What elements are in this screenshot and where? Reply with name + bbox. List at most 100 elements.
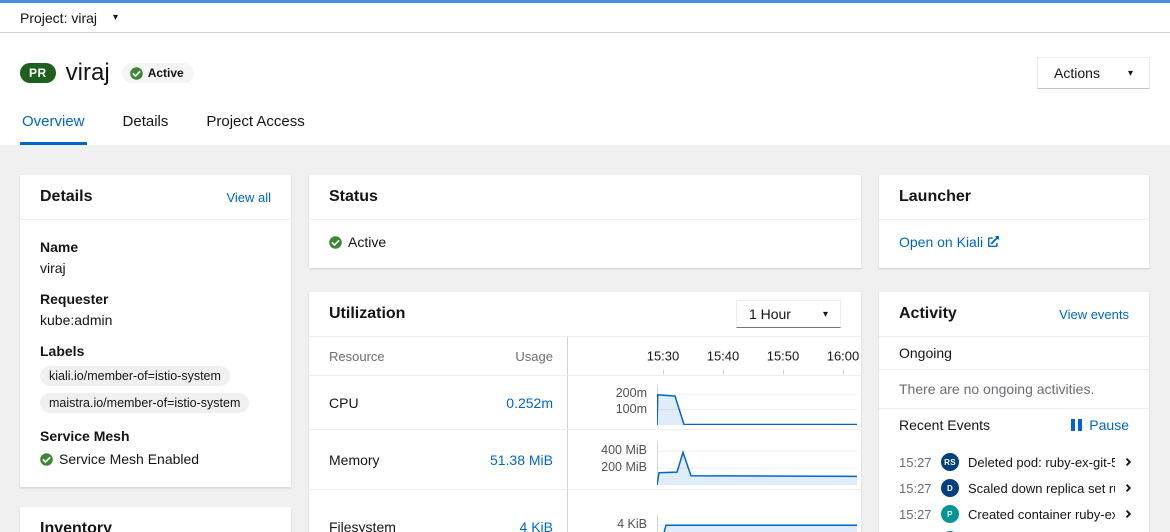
utilization-row-left: Memory 51.38 MiB [309,430,568,489]
inventory-card: Inventory 1 Deployment [20,507,291,532]
field-label-name: Name [40,239,79,255]
utilization-card-header: Utilization 1 Hour ▾ [309,292,861,337]
time-axis: 15:30 15:40 15:50 16:00 [568,337,861,375]
status-card-title: Status [329,188,378,205]
label-chip: maistra.io/member-of=istio-system [40,393,250,413]
status-card-header: Status [309,175,861,220]
event-row[interactable]: 15:27 RS Deleted pod: ruby-ex-git-5bb... [879,449,1149,475]
ongoing-section-header: Ongoing [879,337,1149,370]
project-resource-badge: PR [20,63,56,83]
page-title: viraj [65,59,110,86]
status-card: Status Active [309,175,861,268]
resource-name: Memory [329,451,380,468]
time-axis-tick: 15:30 [641,349,685,375]
utilization-row-left: CPU 0.252m [309,376,568,429]
project-status-label: Active [348,234,387,250]
external-link-icon [988,236,999,247]
label-chip: kiali.io/member-of=istio-system [40,366,230,386]
field-label-service-mesh: Service Mesh [40,428,130,444]
sparkline-plot [657,515,857,532]
left-column: Details View all Name viraj Requester ku… [20,175,291,532]
sparkline-y-label: 100m [615,401,647,416]
middle-column: Status Active Utilization 1 Hour ▾ Resou… [309,175,861,532]
utilization-rows: CPU 0.252m 200m 100m Memory 51.38 MiB 40… [309,375,861,532]
sparkline-y-labels: 4 KiB2 KiB [573,515,657,532]
view-all-link[interactable]: View all [226,190,271,205]
time-axis-tick: 16:00 [821,349,865,375]
project-switcher[interactable]: Project: viraj ▾ [0,3,1170,33]
open-on-kiali-label: Open on Kiali [899,234,984,250]
activity-card-title: Activity [899,305,957,322]
utilization-row: CPU 0.252m 200m 100m [309,375,861,429]
recent-events-label: Recent Events [899,417,991,433]
event-message: Deleted pod: ruby-ex-git-5bb... [968,454,1115,470]
event-row[interactable]: 15:27 P Started container ruby-ex-git [879,527,1149,532]
field-value-name: viraj [40,260,66,276]
title-row: PR viraj Active Actions ▾ [20,57,1150,89]
field-value-requester: kube:admin [40,312,113,328]
resource-kind-badge: P [941,505,959,523]
activity-card: Activity View events Ongoing There are n… [879,292,1149,532]
labels-group: kiali.io/member-of=istio-system maistra.i… [40,359,271,413]
duration-select-value: 1 Hour [748,306,791,322]
tab-details[interactable]: Details [121,109,171,145]
resource-name: CPU [329,394,359,411]
sparkline-chart: 4 KiB2 KiB [568,490,861,532]
activity-card-header: Activity View events [879,292,1149,337]
check-circle-icon [130,67,143,80]
tab-project-access[interactable]: Project Access [204,109,306,145]
launcher-card: Launcher Open on Kiali [879,175,1149,268]
resource-kind-badge: RS [941,453,959,471]
sparkline-y-labels: 400 MiB 200 MiB [573,441,657,485]
chevron-down-icon: ▾ [822,308,828,320]
utilization-columns: Resource Usage [309,337,568,375]
actions-button-label: Actions [1054,65,1100,81]
utilization-row-left: Filesystem 4 KiB [309,490,568,532]
sparkline-y-label: 200m [615,386,647,401]
usage-value-link[interactable]: 51.38 MiB [490,452,553,468]
recent-events-header: Recent Events Pause [879,409,1149,441]
chevron-right-icon [1124,508,1133,520]
time-axis-tick: 15:50 [761,349,805,375]
events-list: 15:27 RS Deleted pod: ruby-ex-git-5bb...… [879,441,1149,532]
actions-button[interactable]: Actions ▾ [1037,57,1150,89]
launcher-card-title: Launcher [899,188,972,205]
usage-value-link[interactable]: 4 KiB [520,519,553,532]
details-card-body: Name viraj Requester kube:admin Labels k… [20,220,291,487]
resource-kind-badge: D [941,479,959,497]
usage-value-link[interactable]: 0.252m [506,395,553,411]
field-label-requester: Requester [40,291,109,307]
status-badge: Active [121,63,194,83]
dashboard-grid: Details View all Name viraj Requester ku… [0,145,1170,532]
view-events-link[interactable]: View events [1059,307,1129,322]
inventory-card-header: Inventory [20,507,291,532]
status-badge-label: Active [147,66,184,80]
resource-name: Filesystem [329,518,396,532]
sparkline-chart: 200m 100m [568,376,861,429]
column-resource: Resource [329,348,385,364]
details-card: Details View all Name viraj Requester ku… [20,175,291,487]
pause-button[interactable]: Pause [1071,417,1129,433]
tab-overview[interactable]: Overview [20,109,87,145]
status-card-body: Active [309,220,861,268]
time-axis-tick: 15:40 [701,349,745,375]
column-usage: Usage [515,348,553,364]
open-on-kiali-link[interactable]: Open on Kiali [899,234,999,250]
service-mesh-status: Service Mesh Enabled [40,451,271,467]
sparkline-y-label: 4 KiB [617,517,647,532]
sparkline-y-labels: 200m 100m [573,385,657,425]
event-row[interactable]: 15:27 P Created container ruby-ex-git [879,501,1149,527]
chevron-right-icon [1124,482,1133,494]
service-mesh-status-label: Service Mesh Enabled [59,451,200,467]
event-time: 15:27 [899,506,932,522]
chevron-down-icon: ▾ [1127,67,1133,79]
chevron-down-icon: ▾ [113,12,119,23]
ongoing-empty-state: There are no ongoing activities. [879,370,1149,409]
sparkline-y-label: 200 MiB [601,460,647,475]
field-label-labels: Labels [40,343,85,359]
event-message: Scaled down replica set ruby-ex... [968,480,1115,496]
utilization-row: Filesystem 4 KiB 4 KiB2 KiB [309,489,861,532]
event-row[interactable]: 15:27 D Scaled down replica set ruby-ex.… [879,475,1149,501]
duration-select[interactable]: 1 Hour ▾ [735,300,841,328]
check-circle-icon [40,453,53,466]
